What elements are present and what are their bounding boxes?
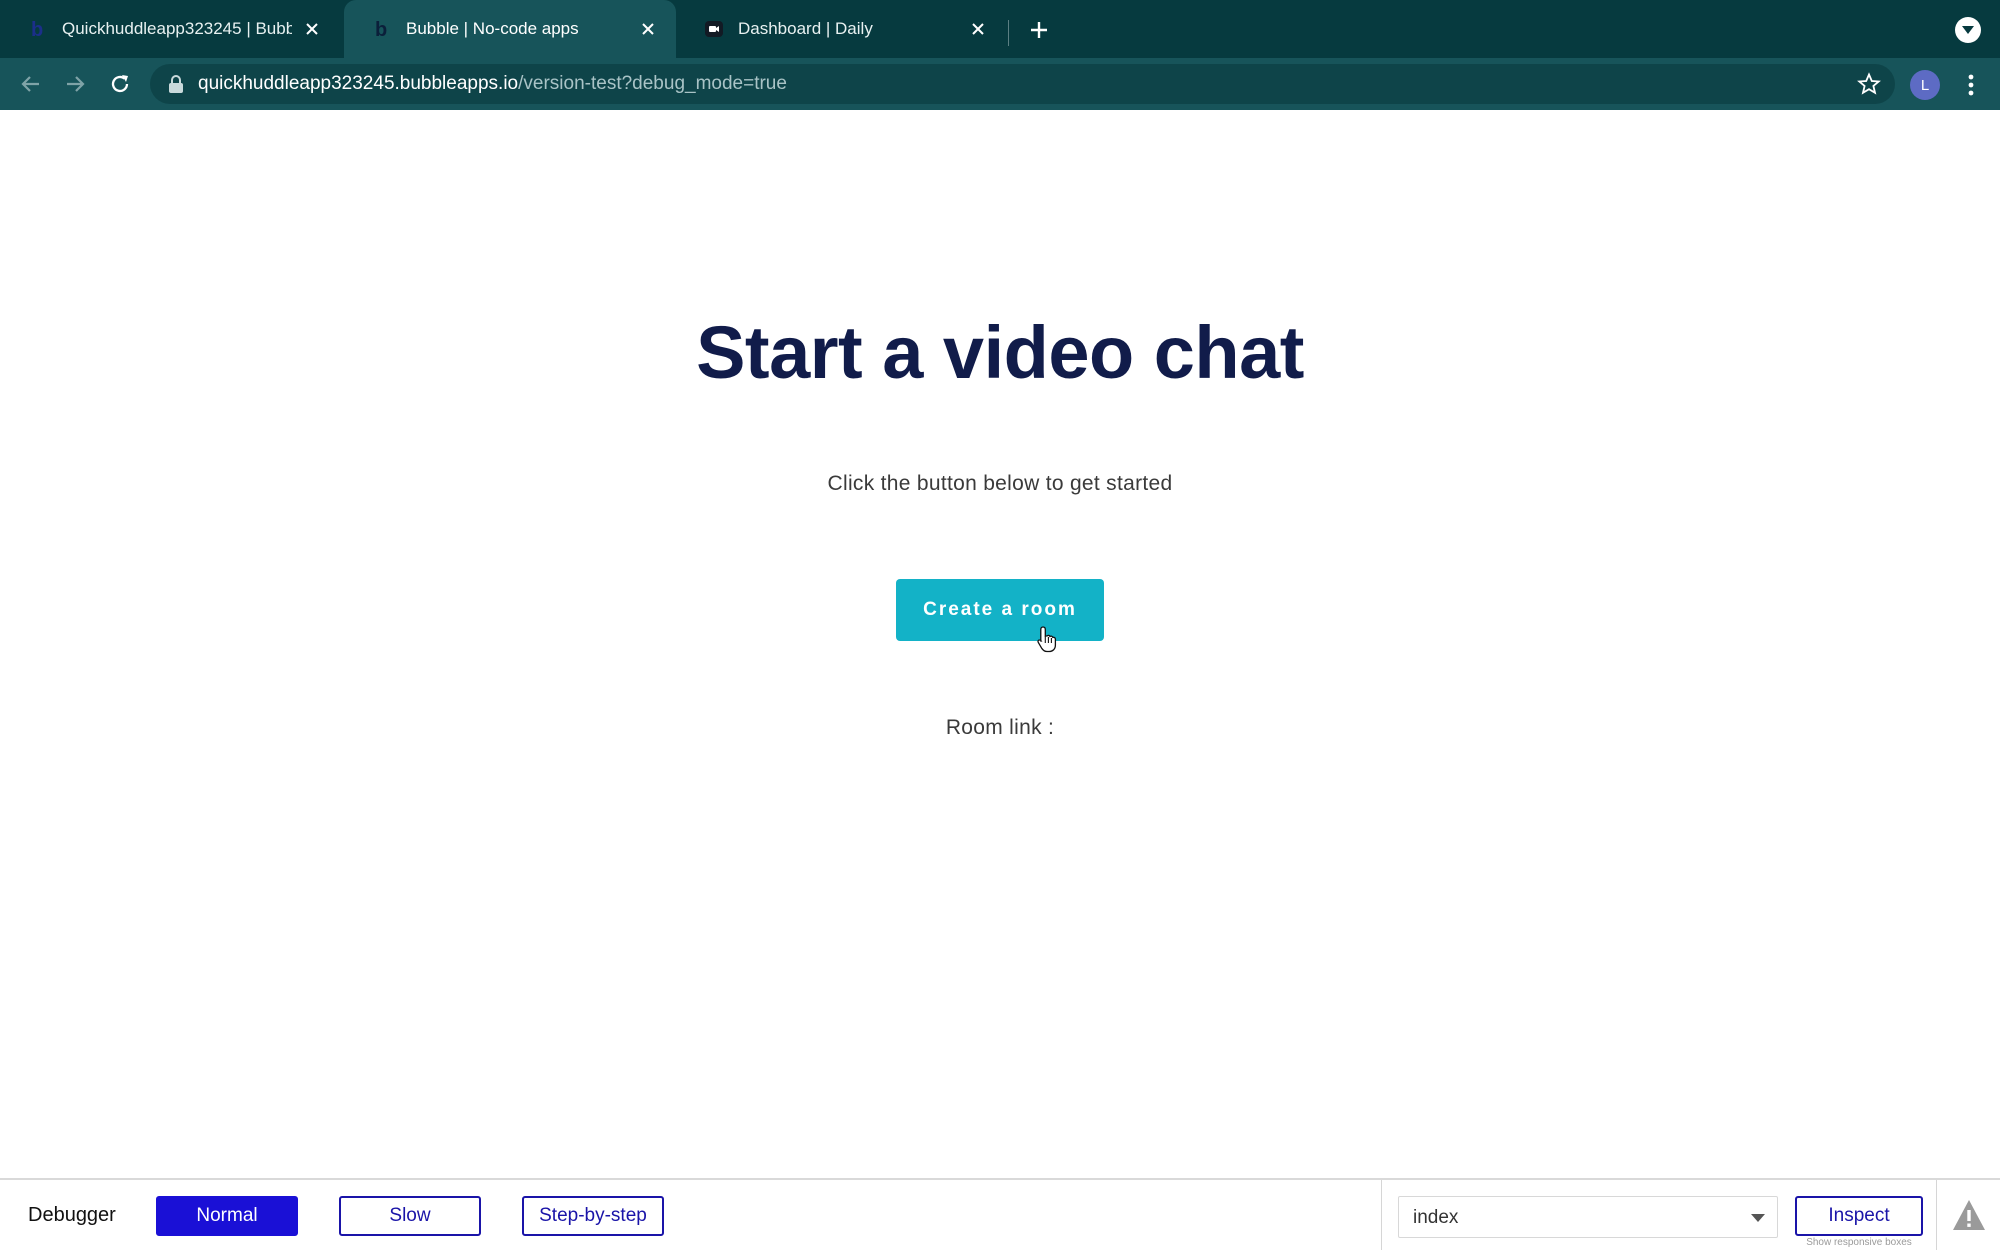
inspect-button[interactable]: Inspect [1795, 1196, 1923, 1236]
address-bar[interactable]: quickhuddleapp323245.bubbleapps.io/versi… [150, 64, 1895, 104]
reload-button[interactable] [103, 67, 137, 101]
debugger-label: Debugger [28, 1204, 116, 1226]
bubble-logo-icon: b [372, 19, 392, 39]
tab-separator [1008, 20, 1009, 46]
arrow-left-icon [21, 76, 39, 92]
create-room-button[interactable]: Create a room [896, 579, 1104, 641]
warning-icon[interactable] [1951, 1198, 1987, 1232]
more-vert-icon [1968, 74, 1974, 96]
hand-pointer-cursor-icon [1037, 626, 1057, 653]
bookmark-star-icon[interactable] [1857, 72, 1881, 96]
tab-title: Quickhuddleapp323245 | Bubb [62, 19, 292, 38]
page-subtitle: Click the button below to get started [827, 472, 1173, 495]
arrow-right-icon [67, 76, 85, 92]
tab-search-button[interactable] [1955, 17, 1981, 43]
divider [1381, 1180, 1382, 1250]
page-content: Start a video chat Click the button belo… [0, 110, 2000, 1178]
debug-mode-slow-button[interactable]: Slow [339, 1196, 481, 1236]
bubble-logo-icon: b [28, 19, 48, 39]
page-title: Start a video chat [696, 311, 1304, 394]
lock-icon [169, 75, 183, 93]
tab-title: Bubble | No-code apps [406, 19, 579, 38]
room-link-label: Room link : [945, 716, 1055, 739]
browser-menu-button[interactable] [1956, 70, 1986, 100]
browser-tab-strip: b Quickhuddleapp323245 | Bubb b Bubble |… [0, 0, 2000, 58]
svg-text:b: b [31, 19, 43, 39]
browser-toolbar: quickhuddleapp323245.bubbleapps.io/versi… [0, 58, 2000, 110]
back-button[interactable] [14, 67, 48, 101]
plus-icon [1031, 22, 1047, 38]
tab-quickhuddle[interactable]: b Quickhuddleapp323245 | Bubb [0, 0, 340, 58]
close-icon[interactable] [636, 17, 660, 41]
profile-avatar[interactable]: L [1910, 70, 1940, 100]
tab-bubble[interactable]: b Bubble | No-code apps [344, 0, 676, 58]
reload-icon [111, 75, 129, 93]
chevron-down-icon [1962, 26, 1974, 34]
address-url: quickhuddleapp323245.bubbleapps.io/versi… [198, 64, 787, 104]
debug-mode-step-button[interactable]: Step-by-step [522, 1196, 664, 1236]
daily-logo-icon [704, 19, 724, 39]
forward-button[interactable] [58, 67, 92, 101]
debug-mode-normal-button[interactable]: Normal [156, 1196, 298, 1236]
divider [1936, 1180, 1937, 1250]
caret-down-icon [1751, 1214, 1765, 1222]
bubble-debugger-bar: Debugger Normal Slow Step-by-step index … [0, 1178, 2000, 1250]
tab-title: Dashboard | Daily [738, 19, 873, 38]
url-host: quickhuddleapp323245.bubbleapps.io [198, 73, 519, 94]
new-tab-button[interactable] [1024, 15, 1054, 45]
show-responsive-boxes-link[interactable]: Show responsive boxes [1790, 1237, 1928, 1248]
svg-text:b: b [375, 19, 387, 39]
page-select-value: index [1413, 1207, 1459, 1228]
tab-daily-dashboard[interactable]: Dashboard | Daily [676, 0, 1006, 58]
close-icon[interactable] [966, 17, 990, 41]
url-path: /version-test?debug_mode=true [518, 73, 787, 94]
close-icon[interactable] [300, 17, 324, 41]
page-select-dropdown[interactable]: index [1398, 1196, 1778, 1238]
